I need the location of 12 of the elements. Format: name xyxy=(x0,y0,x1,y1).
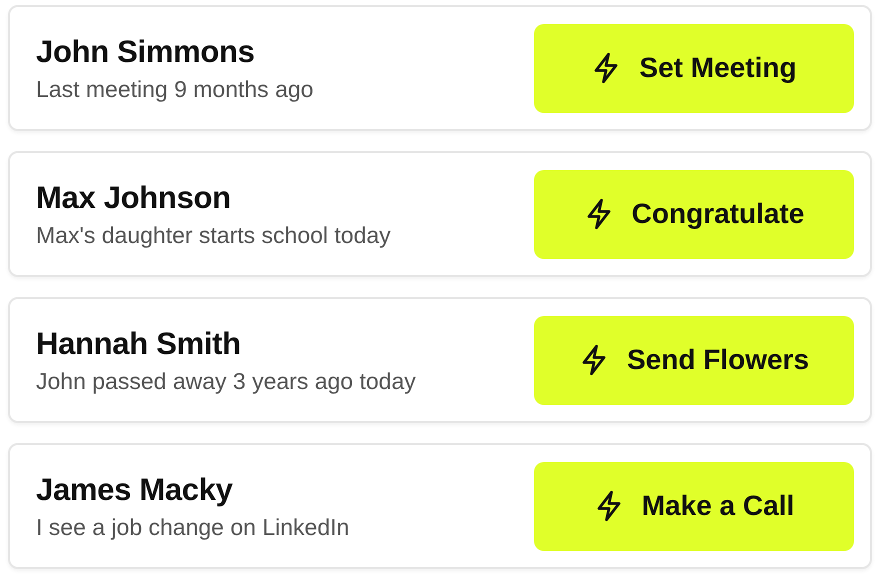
contact-name: John Simmons xyxy=(36,34,256,70)
action-button[interactable]: Congratulate xyxy=(534,170,854,258)
action-button[interactable]: Make a Call xyxy=(534,462,854,550)
contact-name: James Macky xyxy=(36,472,234,508)
contact-name: Hannah Smith xyxy=(36,326,242,362)
action-button[interactable]: Send Flowers xyxy=(534,316,854,404)
contact-name: Max Johnson xyxy=(36,180,232,216)
contact-note: John passed away 3 years ago today xyxy=(36,368,416,394)
contact-note: Last meeting 9 months ago xyxy=(36,76,314,102)
contact-note: Max's daughter starts school today xyxy=(36,222,391,248)
contact-note: I see a job change on LinkedIn xyxy=(36,514,350,540)
action-button[interactable]: Set Meeting xyxy=(534,24,854,112)
